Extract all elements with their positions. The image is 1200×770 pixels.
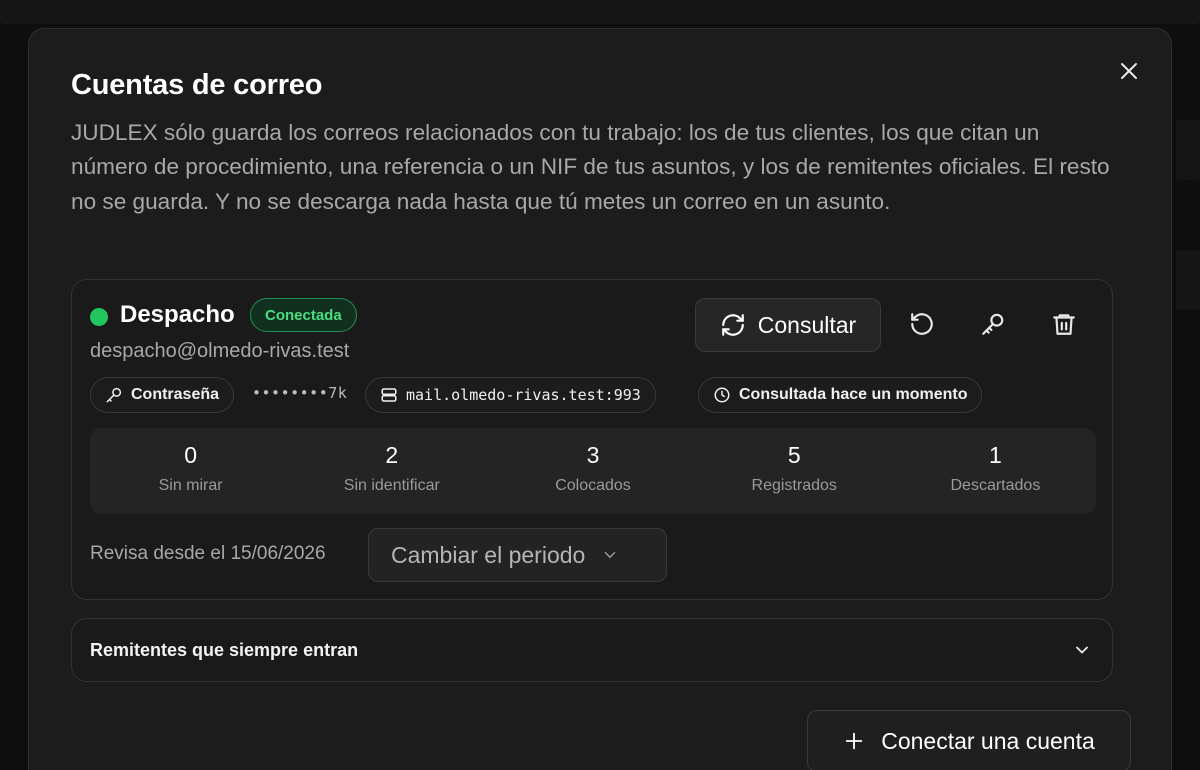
connect-account-button[interactable]: Conectar una cuenta	[807, 710, 1131, 770]
period-select[interactable]: Cambiar el periodo	[368, 528, 667, 582]
always-allowed-senders-accordion[interactable]: Remitentes que siempre entran	[71, 618, 1113, 682]
backdrop-ghost	[1176, 120, 1200, 180]
server-address: mail.olmedo-rivas.test:993	[406, 386, 641, 404]
reset-icon[interactable]	[906, 308, 938, 340]
account-name: Despacho	[120, 301, 235, 328]
period-select-label: Cambiar el periodo	[391, 541, 586, 568]
consult-button[interactable]: Consultar	[695, 298, 881, 352]
server-chip: mail.olmedo-rivas.test:993	[365, 377, 656, 413]
stat-value: 3	[586, 442, 600, 468]
review-since-text: Revisa desde el 15/06/2026	[90, 543, 326, 564]
key-icon[interactable]	[977, 308, 1009, 340]
stat-discarded: 1 Descartados	[895, 428, 1096, 514]
close-icon[interactable]	[1117, 59, 1141, 83]
password-chip[interactable]: Contraseña	[90, 377, 235, 413]
chevron-down-icon	[1072, 640, 1092, 660]
key-icon	[105, 386, 123, 404]
account-card: Despacho Conectada despacho@olmedo-rivas…	[71, 279, 1113, 600]
backdrop-ghost	[1176, 250, 1200, 310]
stat-label: Colocados	[555, 477, 631, 494]
password-mask: ••••••••7k	[252, 384, 348, 402]
password-chip-label: Contraseña	[131, 386, 220, 403]
status-badge: Conectada	[250, 298, 357, 332]
plus-icon	[843, 730, 865, 752]
stat-label: Descartados	[950, 477, 1041, 494]
connect-account-label: Conectar una cuenta	[881, 727, 1095, 754]
stat-value: 0	[184, 442, 197, 468]
stat-label: Sin identificar	[343, 477, 440, 494]
stat-registered: 5 Registrados	[694, 428, 895, 514]
server-icon	[380, 386, 398, 404]
trash-icon[interactable]	[1048, 308, 1080, 340]
dialog-title: Cuentas de correo	[71, 69, 323, 101]
stat-unidentified: 2 Sin identificar	[291, 428, 492, 514]
stat-value: 5	[787, 442, 801, 468]
stat-value: 1	[989, 442, 1002, 468]
refresh-icon	[720, 312, 746, 338]
stat-label: Registrados	[751, 477, 837, 494]
stat-value: 2	[385, 442, 399, 468]
chevron-down-icon	[601, 546, 619, 564]
stat-placed: 3 Colocados	[492, 428, 693, 514]
stats-panel: 0 Sin mirar 2 Sin identificar 3 Colocado…	[90, 428, 1096, 514]
backdrop-ghost	[0, 0, 1200, 24]
last-checked-text: Consultada hace un momento	[739, 386, 968, 403]
email-accounts-dialog: Cuentas de correo JUDLEX sólo guarda los…	[28, 28, 1172, 770]
stat-unseen: 0 Sin mirar	[90, 428, 291, 514]
dialog-description: JUDLEX sólo guarda los correos relaciona…	[71, 120, 1110, 214]
accordion-label: Remitentes que siempre entran	[90, 639, 359, 660]
clock-icon	[713, 386, 731, 404]
status-dot	[90, 308, 108, 326]
consult-button-label: Consultar	[757, 311, 857, 338]
last-checked-chip: Consultada hace un momento	[698, 377, 983, 413]
account-email: despacho@olmedo-rivas.test	[90, 340, 350, 362]
stat-label: Sin mirar	[158, 477, 223, 494]
